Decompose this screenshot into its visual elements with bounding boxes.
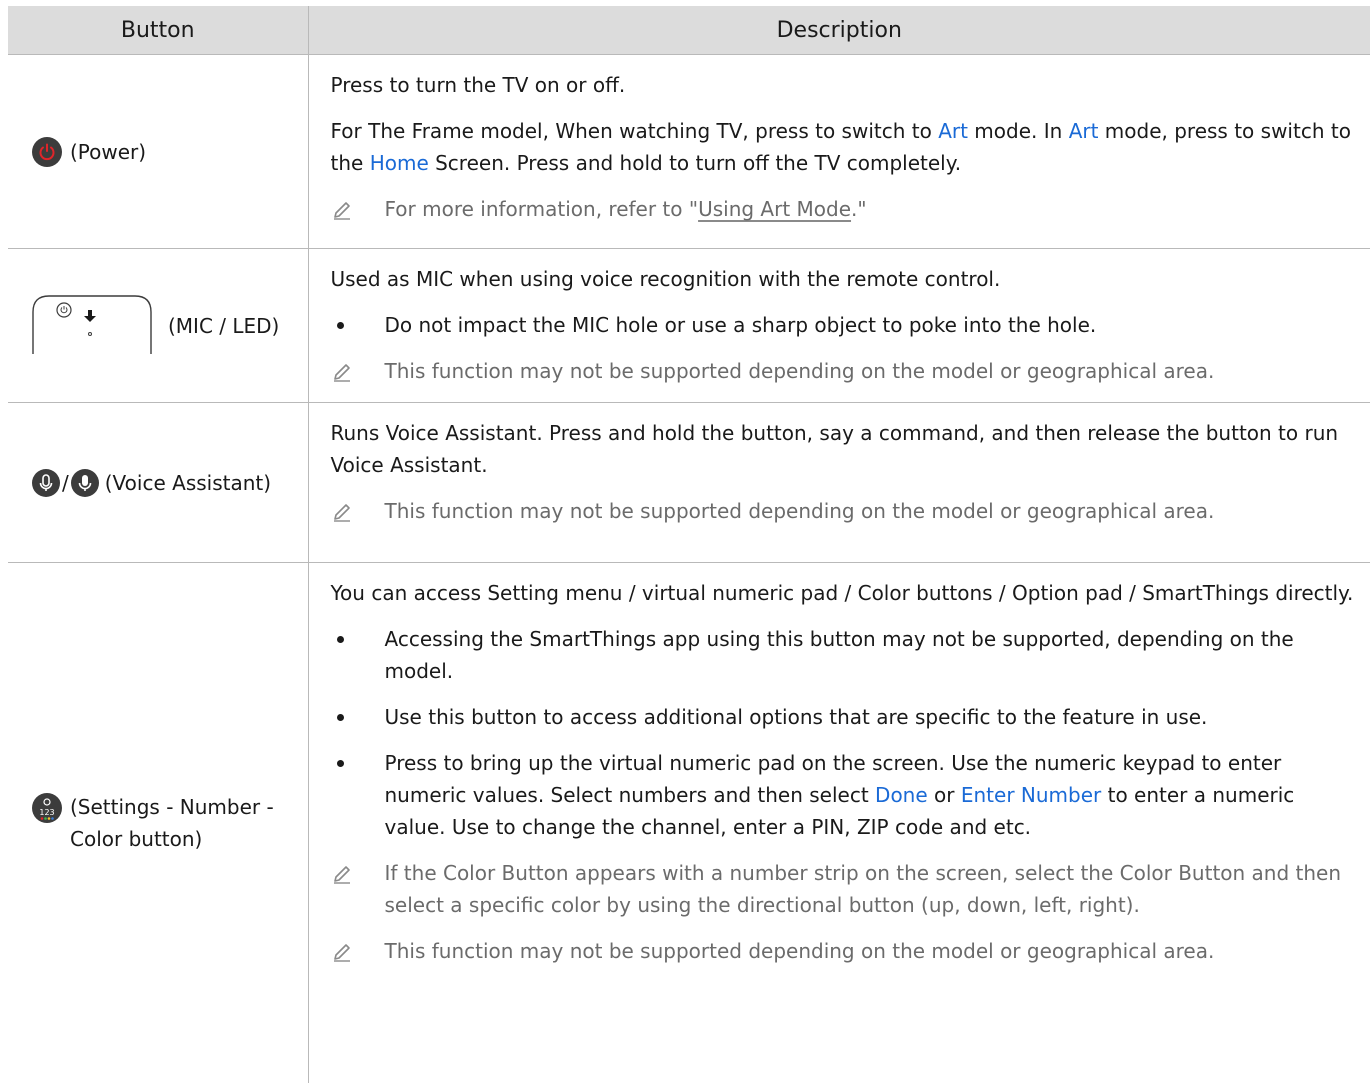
bullet-item: Do not impact the MIC hole or use a shar… [331, 309, 1355, 341]
table-row: 123 (Settings - Number - Color button) Y… [8, 562, 1370, 1083]
done-term: Done [875, 783, 928, 807]
description-cell-voice-assistant: Runs Voice Assistant. Press and hold the… [308, 402, 1370, 563]
description-text: Runs Voice Assistant. Press and hold the… [330, 421, 1339, 477]
button-cell-settings: 123 (Settings - Number - Color button) [8, 562, 309, 1083]
description-text: Press to turn the TV on or off. [330, 73, 626, 97]
bullet-dot-icon [336, 760, 344, 767]
remote-buttons-table: Button Description (Power) Press to turn… [8, 6, 1370, 1083]
bullet-item: Accessing the SmartThings app using this… [331, 623, 1355, 687]
button-label-power: (Power) [70, 139, 147, 164]
button-cell-voice-assistant: / (Voice Assistant) [8, 402, 309, 563]
art-mode-term: Art [938, 119, 968, 143]
home-term: Home [369, 151, 429, 175]
description-frame-text: For The Frame model, When watching TV, p… [330, 119, 1351, 175]
pencil-note-icon [333, 944, 350, 962]
table-row: / (Voice Assistant) Runs Voice Assistant… [8, 402, 1370, 563]
bullet-dot-icon [336, 714, 344, 721]
header-description: Description [308, 6, 1370, 55]
bullet-item: Use this button to access additional opt… [331, 701, 1355, 733]
slash-separator: / [62, 470, 69, 495]
button-cell-power: (Power) [8, 54, 309, 249]
description-cell-mic-led: Used as MIC when using voice recognition… [308, 248, 1370, 403]
button-label-voice-assistant: (Voice Assistant) [104, 470, 272, 495]
settings-number-color-icon: 123 [32, 792, 62, 823]
note: This function may not be supported depen… [331, 355, 1355, 387]
table-row: (Power) Press to turn the TV on or off. … [8, 54, 1370, 249]
table-row: (MIC / LED) Used as MIC when using voice… [8, 248, 1370, 403]
using-art-mode-link[interactable]: Using Art Mode [698, 197, 851, 221]
note: If the Color Button appears with a numbe… [331, 857, 1355, 921]
pencil-note-icon [333, 364, 350, 382]
enter-number-term: Enter Number [960, 783, 1102, 807]
description-cell-settings: You can access Setting menu / virtual nu… [308, 562, 1370, 1083]
pencil-note-icon [333, 202, 350, 220]
mic-led-icon [32, 294, 152, 354]
description-text: Used as MIC when using voice recognition… [330, 267, 1001, 291]
description-text: You can access Setting menu / virtual nu… [330, 581, 1354, 605]
description-cell-power: Press to turn the TV on or off. For The … [308, 54, 1370, 249]
button-label-settings: (Settings - Number - Color button) [70, 794, 274, 851]
microphone-icon [32, 468, 60, 497]
power-icon [32, 136, 62, 167]
button-label-mic-led: (MIC / LED) [168, 313, 280, 338]
button-cell-mic-led: (MIC / LED) [8, 248, 309, 403]
pencil-note-icon [333, 866, 350, 884]
note: This function may not be supported depen… [331, 935, 1355, 967]
header-button: Button [8, 6, 309, 55]
note: This function may not be supported depen… [331, 495, 1355, 527]
table-header-row: Button Description [8, 6, 1370, 55]
microphone-icon [70, 468, 99, 497]
svg-text:123: 123 [39, 808, 54, 817]
art-mode-term: Art [1068, 119, 1099, 143]
note: For more information, refer to "Using Ar… [331, 193, 1355, 225]
bullet-dot-icon [336, 636, 344, 643]
pencil-note-icon [333, 504, 350, 522]
bullet-item: Press to bring up the virtual numeric pa… [331, 747, 1355, 843]
bullet-dot-icon [336, 322, 344, 329]
